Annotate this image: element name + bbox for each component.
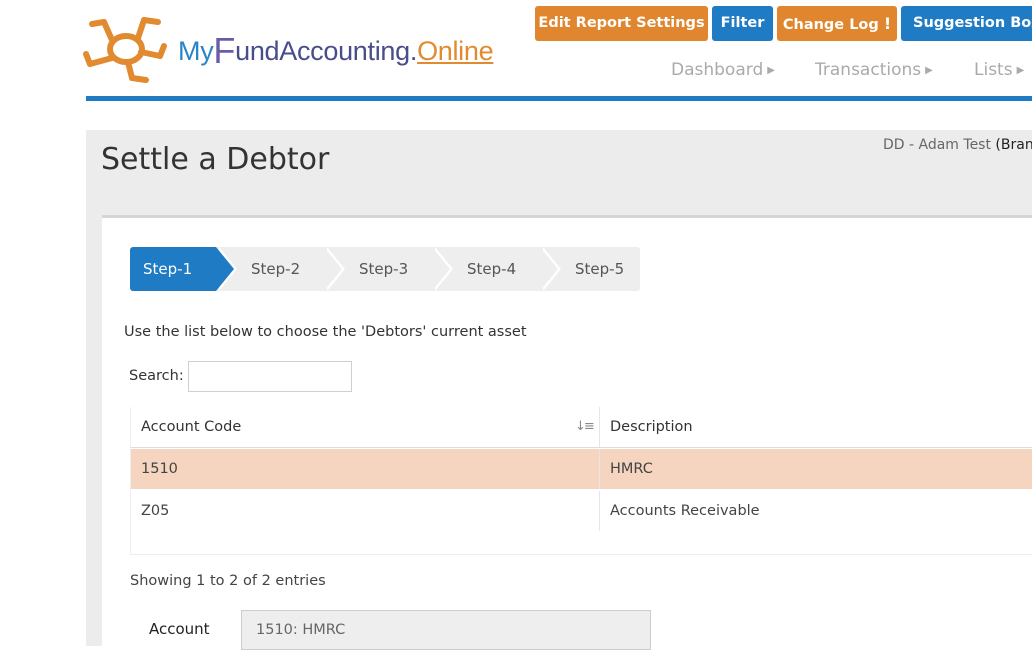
table-row[interactable]: Z05 Accounts Receivable xyxy=(131,491,1032,531)
table-header: Account Code ↓≡ Description xyxy=(131,407,1032,448)
nav-transactions-label: Transactions xyxy=(815,60,922,80)
caret-right-icon: ▶ xyxy=(1016,65,1025,76)
header-account-code[interactable]: Account Code xyxy=(141,407,241,447)
change-log-label: Change Log xyxy=(782,17,879,33)
user-info-branch: (Bran xyxy=(995,137,1032,153)
wizard-step-4-label: Step-4 xyxy=(467,260,517,278)
page-title: Settle a Debtor xyxy=(101,142,330,177)
sun-logo-icon xyxy=(83,17,167,83)
column-divider xyxy=(599,407,600,447)
wizard-step-2-label: Step-2 xyxy=(251,260,301,278)
exclamation-icon: ! xyxy=(883,14,892,33)
nav-dashboard[interactable]: Dashboard ▶ xyxy=(671,60,775,80)
logo-text-dot: . xyxy=(409,36,418,66)
logo-text-f: F xyxy=(213,30,236,71)
caret-right-icon: ▶ xyxy=(925,65,933,76)
suggestion-box-button[interactable]: Suggestion Box xyxy=(901,6,1032,41)
table-row[interactable]: 1510 HMRC xyxy=(131,449,1032,489)
caret-right-icon: ▶ xyxy=(767,65,775,76)
filter-button[interactable]: Filter xyxy=(712,6,773,41)
account-field: 1510: HMRC xyxy=(241,610,651,650)
logo[interactable]: MyFundAccounting.Online xyxy=(82,14,542,84)
wizard-step-1[interactable]: Step-1 xyxy=(130,247,237,291)
account-label: Account xyxy=(149,620,210,638)
suggestion-box-label: Suggestion Box xyxy=(913,15,1032,31)
logo-text-rest: undAccounting xyxy=(235,36,410,66)
nav-lists[interactable]: Lists ▶ xyxy=(974,60,1024,80)
sort-amount-down-icon[interactable]: ↓≡ xyxy=(575,419,595,434)
cell-description: Accounts Receivable xyxy=(610,503,760,519)
column-divider xyxy=(599,449,600,489)
cell-description: HMRC xyxy=(610,461,653,477)
column-divider xyxy=(599,491,600,531)
instructions-text: Use the list below to choose the 'Debtor… xyxy=(124,324,527,340)
cell-account-code: 1510 xyxy=(141,461,178,477)
filter-label: Filter xyxy=(720,15,765,31)
cell-account-code: Z05 xyxy=(141,503,170,519)
wizard-step-5-label: Step-5 xyxy=(575,260,625,278)
edit-report-settings-button[interactable]: Edit Report Settings xyxy=(535,6,708,41)
nav-transactions[interactable]: Transactions ▶ xyxy=(815,60,933,80)
nav-dashboard-label: Dashboard xyxy=(671,60,764,80)
search-label: Search: xyxy=(129,368,184,384)
user-info: DD - Adam Test (Bran xyxy=(883,137,1032,153)
logo-text: MyFundAccounting.Online xyxy=(178,30,494,72)
change-log-button[interactable]: Change Log ! xyxy=(777,6,897,41)
nav-lists-label: Lists xyxy=(974,60,1013,80)
accounts-table: Account Code ↓≡ Description 1510 HMRC Z0… xyxy=(130,407,1032,555)
edit-report-settings-label: Edit Report Settings xyxy=(538,15,705,31)
user-info-name: DD - Adam Test xyxy=(883,137,991,153)
header-divider xyxy=(86,96,1032,101)
header-description[interactable]: Description xyxy=(610,407,693,447)
wizard-step-1-label: Step-1 xyxy=(143,260,193,278)
wizard-step-3-label: Step-3 xyxy=(359,260,409,278)
table-info: Showing 1 to 2 of 2 entries xyxy=(130,573,326,589)
logo-text-my: My xyxy=(178,36,214,66)
logo-text-online: Online xyxy=(417,36,494,66)
search-input[interactable] xyxy=(188,361,352,392)
